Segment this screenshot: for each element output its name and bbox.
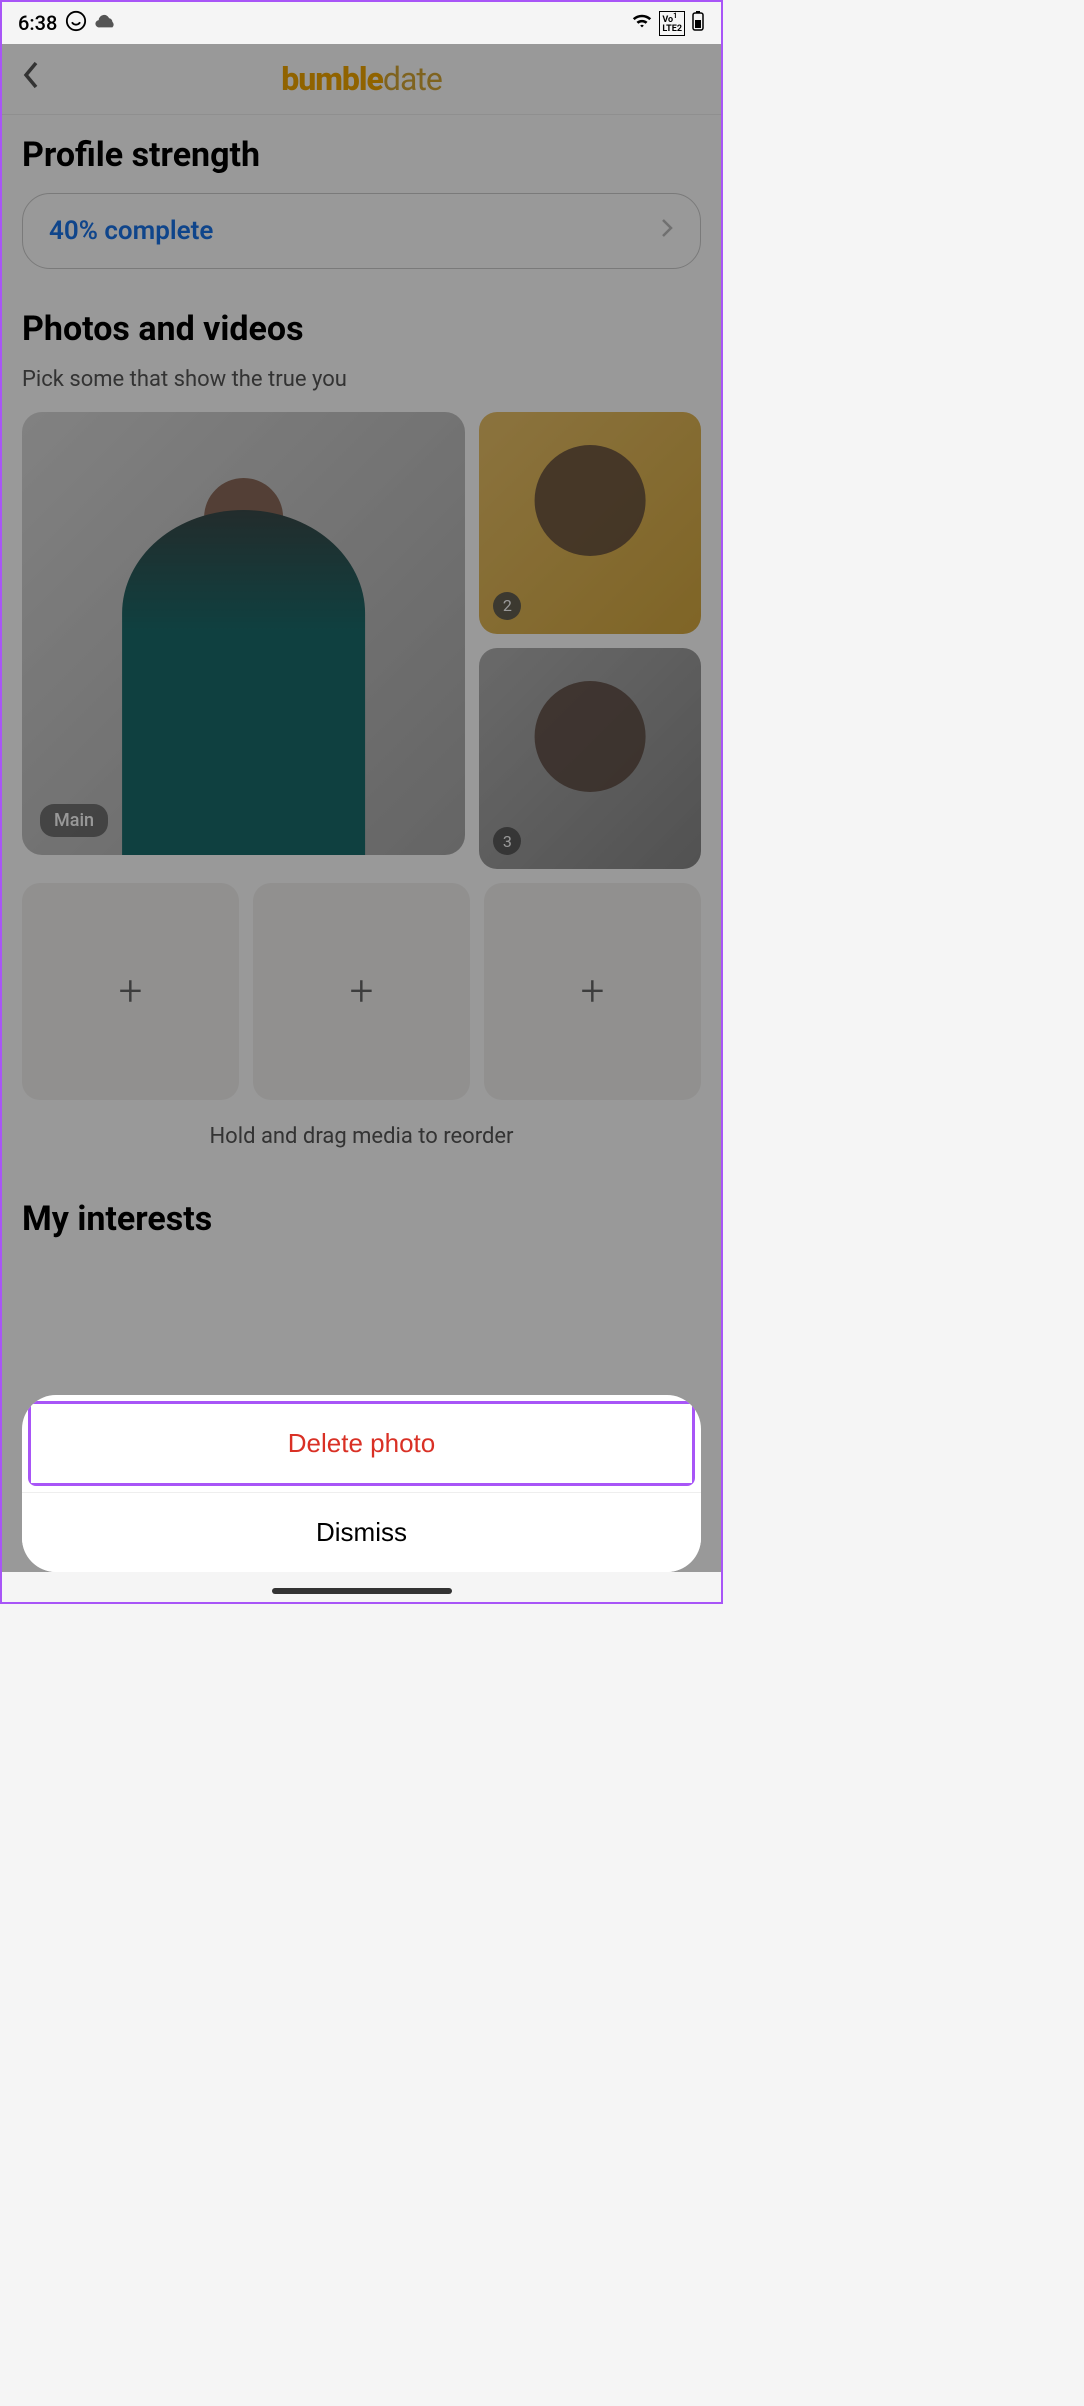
lte-icon: Vo1LTE2 <box>659 11 685 36</box>
modal-overlay[interactable] <box>2 44 721 1572</box>
wifi-icon <box>631 11 653 35</box>
battery-icon <box>691 10 705 37</box>
cloud-icon <box>95 11 117 35</box>
dismiss-button[interactable]: Dismiss <box>22 1492 701 1572</box>
action-sheet: Delete photo Dismiss <box>22 1395 701 1572</box>
delete-photo-button[interactable]: Delete photo <box>31 1404 692 1483</box>
whatsapp-icon <box>65 10 87 37</box>
status-bar: 6:38 Vo1LTE2 <box>2 2 721 44</box>
nav-handle[interactable] <box>272 1588 452 1594</box>
status-time: 6:38 <box>18 11 57 35</box>
